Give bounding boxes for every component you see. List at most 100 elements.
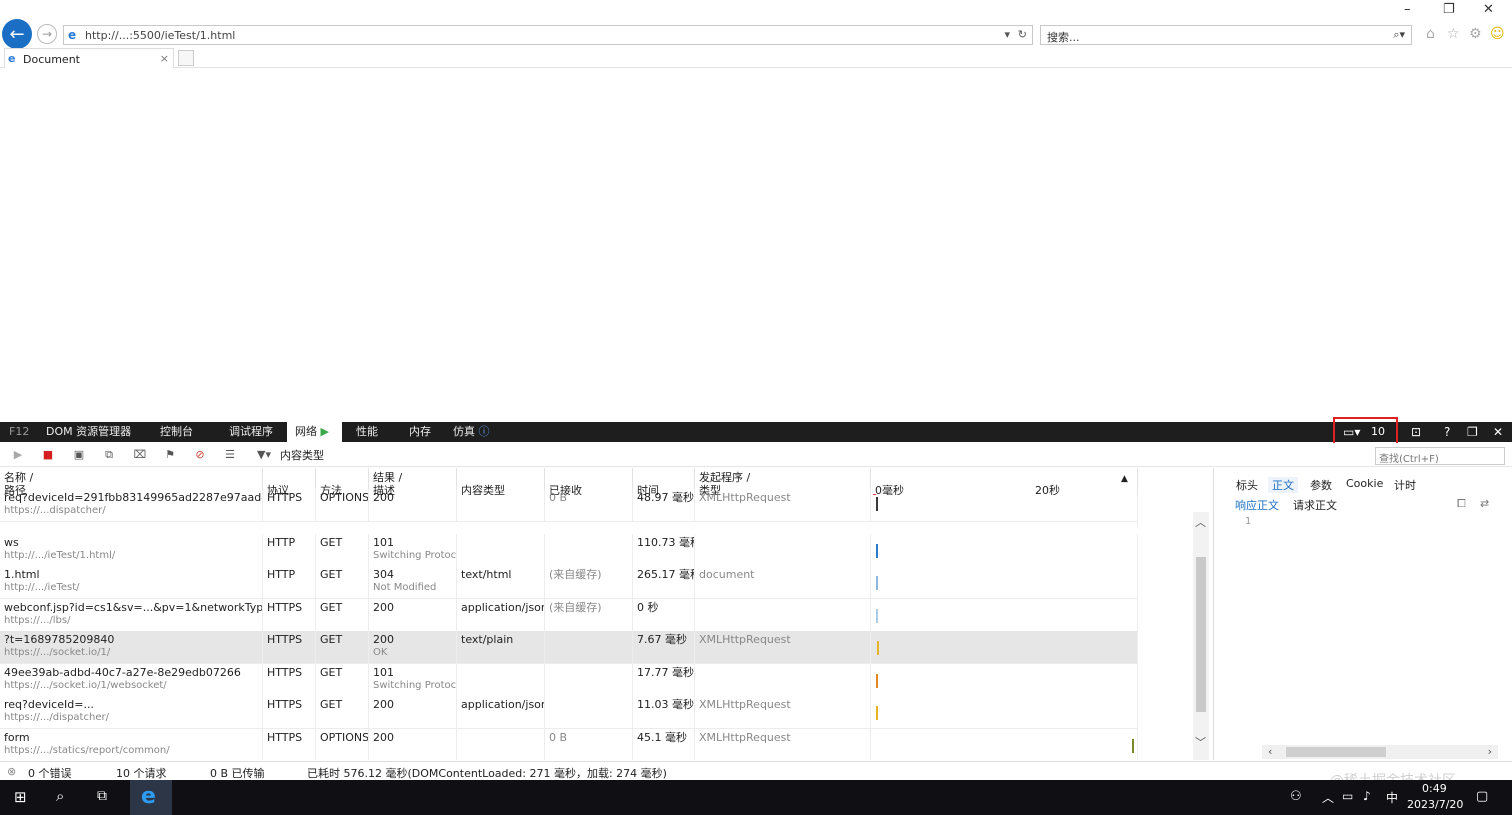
devtools-tabbar: F12 DOM 资源管理器 控制台 调试程序 网络 ▶ 性能 内存 仿真 ⓘ ▭…: [0, 422, 1512, 442]
cell-content-type: [457, 663, 545, 697]
import-icon[interactable]: ⧉: [102, 448, 116, 462]
gear-icon[interactable]: ⚙: [1469, 26, 1482, 42]
table-row[interactable]: req?deviceId=... https://.../dispatcher/H…: [0, 696, 1138, 729]
address-bar[interactable]: e http://...:5500/ieTest/1.html ▾ ↻: [63, 25, 1033, 45]
minimize-button[interactable]: –: [1404, 2, 1411, 17]
close-window-button[interactable]: ✕: [1483, 2, 1494, 17]
cell-result: 200: [369, 728, 457, 760]
detail-tab-cookie[interactable]: Cookie: [1346, 477, 1383, 490]
clock-date[interactable]: 2023/7/20: [1407, 798, 1463, 811]
filter-icon[interactable]: ▼▾: [254, 448, 274, 462]
detail-tab-body[interactable]: 正文: [1268, 477, 1298, 493]
scroll-thumb[interactable]: [1196, 557, 1206, 712]
table-row[interactable]: ?t=1689785209840 https://.../socket.io/1/…: [0, 631, 1138, 664]
search-icon[interactable]: ⌕: [56, 787, 64, 805]
people-icon[interactable]: ⚇: [1290, 789, 1302, 804]
format-icon[interactable]: ⧠: [1457, 497, 1466, 511]
favorites-star-icon[interactable]: ☆: [1447, 26, 1460, 42]
request-body-tab[interactable]: 请求正文: [1293, 497, 1337, 513]
ie-tab-icon: e: [8, 52, 16, 65]
tab-emulation[interactable]: 仿真 ⓘ: [453, 422, 490, 442]
tab-memory[interactable]: 内存: [409, 422, 431, 442]
cell-time: 45.1 毫秒: [633, 728, 695, 760]
cell-result-sub: OK: [373, 647, 388, 658]
table-row[interactable]: webconf.jsp?id=cs1&sv=...&pv=1&networkTy…: [0, 598, 1138, 632]
save-icon[interactable]: ▣: [72, 448, 86, 462]
windows-start-icon[interactable]: ⊞: [14, 788, 27, 806]
list-icon[interactable]: ☰: [223, 448, 237, 462]
cell-time: 7.67 毫秒: [633, 631, 695, 664]
search-icon[interactable]: ⌕▾: [1393, 28, 1405, 42]
undock-icon[interactable]: ❐: [1467, 422, 1478, 442]
vertical-scrollbar[interactable]: ︿ ﹀: [1193, 512, 1209, 760]
filter-label[interactable]: 内容类型: [280, 447, 324, 463]
console-toggle-icon[interactable]: ⊡: [1411, 422, 1421, 442]
wordwrap-icon[interactable]: ⇄: [1480, 497, 1489, 510]
network-icon[interactable]: ▭: [1342, 789, 1353, 803]
notification-icon[interactable]: ▢: [1476, 789, 1488, 804]
task-view-icon[interactable]: ⧉: [97, 788, 107, 804]
scroll-down-icon[interactable]: ﹀: [1195, 734, 1206, 750]
play-icon[interactable]: ▶: [11, 448, 25, 462]
clear-session-icon[interactable]: ⌧: [133, 448, 147, 462]
tab-close-icon[interactable]: ×: [160, 52, 169, 65]
cell-protocol: HTTP: [263, 566, 316, 599]
cell-protocol: HTTPS: [263, 696, 316, 729]
detail-tab-headers[interactable]: 标头: [1236, 477, 1258, 493]
cell-time: 110.73 毫秒: [633, 533, 695, 567]
tab-network[interactable]: 网络 ▶: [287, 422, 342, 442]
request-count: 10 个请求: [116, 767, 167, 780]
table-row[interactable]: req?deviceId=291fbb8314996​5ad2287e97aad…: [0, 489, 1138, 528]
table-row[interactable]: form https://.../statics/report/common/HT…: [0, 728, 1138, 760]
new-tab-button[interactable]: [178, 50, 194, 66]
error-circle-icon: ⊗: [7, 765, 17, 778]
clock-time[interactable]: 0:49: [1422, 782, 1447, 795]
sort-arrow-icon[interactable]: ▲: [1121, 473, 1128, 486]
horizontal-scrollbar[interactable]: ‹ ›: [1262, 745, 1498, 759]
cell-protocol: HTTP: [263, 533, 316, 567]
timeline-bar: [876, 706, 878, 720]
forward-button[interactable]: →: [37, 24, 57, 44]
detail-tab-timing[interactable]: 计时: [1394, 477, 1416, 493]
cell-initiator: XMLHttpRequest: [695, 696, 871, 729]
tab-dom-explorer[interactable]: DOM 资源管理器: [46, 422, 131, 442]
scroll-right-icon[interactable]: ›: [1488, 745, 1492, 758]
volume-icon[interactable]: ♪: [1363, 789, 1371, 803]
refresh-icon[interactable]: ↻: [1018, 28, 1027, 41]
clear-cache-icon[interactable]: ⚑: [163, 448, 177, 462]
dropdown-arrow-icon[interactable]: ▾: [1004, 28, 1010, 41]
browser-tab[interactable]: e Document ×: [4, 48, 174, 68]
search-box[interactable]: 搜索... ⌕▾: [1040, 25, 1412, 45]
cell-method: GET: [316, 598, 369, 632]
home-icon[interactable]: ⌂: [1426, 26, 1435, 42]
close-devtools-icon[interactable]: ✕: [1493, 422, 1503, 442]
cell-result: 200: [369, 598, 457, 632]
tab-console[interactable]: 控制台: [160, 422, 193, 442]
table-row[interactable]: ws http://.../ieTest/1.html/HTTP GET 101 Swi…: [0, 533, 1138, 567]
scroll-up-icon[interactable]: ︿: [1195, 514, 1206, 530]
tab-debugger[interactable]: 调试程序: [229, 422, 273, 442]
restore-button[interactable]: ❐: [1443, 2, 1455, 17]
clear-cookies-icon[interactable]: ⊘: [193, 448, 207, 462]
cell-method-value: GET: [320, 665, 343, 679]
tab-performance[interactable]: 性能: [356, 422, 378, 442]
cell-time: 48.97 毫秒: [633, 489, 695, 522]
scroll-left-icon[interactable]: ‹: [1268, 745, 1272, 758]
stop-icon[interactable]: ■: [41, 448, 55, 462]
tray-chevron-icon[interactable]: ︿: [1322, 789, 1334, 806]
smiley-icon[interactable]: ☺: [1490, 26, 1505, 42]
ie-taskbar-button[interactable]: e: [130, 780, 172, 815]
find-input[interactable]: 查找(Ctrl+F): [1375, 447, 1505, 465]
help-icon[interactable]: ?: [1444, 422, 1450, 442]
table-row[interactable]: 1.html http://.../ieTest/HTTP GET 304 Not Mo…: [0, 566, 1138, 599]
cell-timeline: [871, 631, 1138, 664]
response-body-tab[interactable]: 响应正文: [1235, 497, 1279, 513]
detail-tab-params[interactable]: 参数: [1310, 477, 1332, 493]
cell-timeline: [871, 566, 1138, 599]
hscroll-thumb[interactable]: [1286, 747, 1386, 757]
cell-result-value: 200: [373, 491, 394, 504]
table-row[interactable]: 49ee39ab-adbd-40c7-a27e-8e29edb07266 http…: [0, 663, 1138, 697]
ime-indicator[interactable]: 中: [1386, 789, 1398, 806]
address-text[interactable]: http://...:5500/ieTest/1.html: [85, 29, 235, 42]
back-button[interactable]: ←: [2, 19, 32, 49]
